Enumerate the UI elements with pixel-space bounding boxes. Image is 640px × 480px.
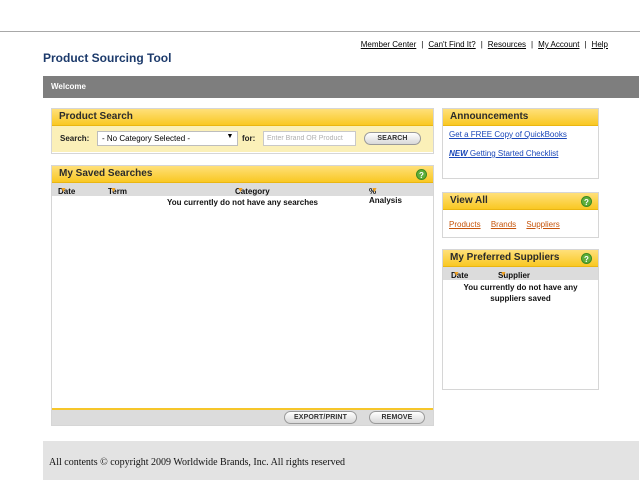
announcements-title: Announcements (450, 111, 529, 122)
top-rule (0, 31, 640, 32)
sort-arrow-icon: ▼ (500, 271, 507, 278)
nav-cant-find-it[interactable]: Can't Find It? (428, 40, 475, 49)
view-all-title: View All (450, 195, 488, 206)
search-button[interactable]: SEARCH (364, 132, 421, 145)
sort-arrow-icon: ▼ (110, 187, 117, 194)
preferred-suppliers-empty-message: You currently do not have any suppliers … (463, 283, 578, 303)
welcome-bar: Welcome (43, 76, 639, 98)
nav-member-center[interactable]: Member Center (361, 40, 417, 49)
help-icon[interactable]: ? (581, 253, 592, 264)
preferred-suppliers-panel: My Preferred Suppliers ? Date ▼ Supplier ▼… (442, 249, 599, 390)
nav-separator: | (584, 40, 587, 49)
brands-link[interactable]: Brands (491, 220, 516, 229)
export-print-button[interactable]: EXPORT/PRINT (284, 411, 357, 424)
category-selected-value: - No Category Selected - (102, 134, 191, 143)
nav-resources[interactable]: Resources (488, 40, 526, 49)
preferred-suppliers-header: My Preferred Suppliers ? (443, 250, 598, 267)
remove-button[interactable]: REMOVE (369, 411, 425, 424)
saved-searches-footer: EXPORT/PRINT REMOVE (52, 408, 433, 425)
product-search-panel: Product Search Search: - No Category Sel… (51, 108, 434, 154)
getting-started-link[interactable]: NEW Getting Started Checklist (449, 149, 598, 158)
saved-searches-columns: Date ▼ Term ▼ Category ▼ % Analysis ▼ (52, 183, 433, 205)
welcome-label: Welcome (51, 82, 86, 91)
suppliers-link[interactable]: Suppliers (526, 220, 559, 229)
search-body: Search: - No Category Selected - ▼ for: … (52, 126, 433, 152)
getting-started-label: Getting Started Checklist (467, 149, 559, 158)
copyright-text: All contents © copyright 2009 Worldwide … (49, 457, 346, 468)
sort-arrow-icon: ▼ (237, 187, 244, 194)
quickbooks-link[interactable]: Get a FREE Copy of QuickBooks (449, 130, 598, 139)
sort-arrow-icon: ▼ (60, 187, 67, 194)
top-nav: Member Center | Can't Find It? | Resourc… (361, 40, 608, 49)
product-search-header: Product Search (52, 109, 433, 126)
nav-separator: | (531, 40, 534, 49)
nav-separator: | (480, 40, 483, 49)
help-icon[interactable]: ? (581, 196, 592, 207)
nav-help[interactable]: Help (592, 40, 608, 49)
preferred-suppliers-title: My Preferred Suppliers (450, 252, 560, 263)
announcements-panel: Announcements Get a FREE Copy of QuickBo… (442, 108, 599, 179)
sort-arrow-icon: ▼ (453, 271, 460, 278)
search-input[interactable] (263, 131, 356, 146)
product-search-title: Product Search (59, 111, 133, 122)
footer: All contents © copyright 2009 Worldwide … (43, 441, 639, 480)
announcements-header: Announcements (443, 109, 598, 126)
saved-searches-panel: My Saved Searches ? Date ▼ Term ▼ Category… (51, 165, 434, 426)
view-all-panel: View All ? Products Brands Suppliers (442, 192, 599, 238)
for-label: for: (242, 134, 256, 143)
nav-my-account[interactable]: My Account (538, 40, 579, 49)
category-select[interactable]: - No Category Selected - ▼ (97, 131, 238, 146)
new-badge: NEW (449, 149, 468, 158)
app-title: Product Sourcing Tool (43, 51, 172, 65)
sort-arrow-icon: ▼ (371, 187, 378, 194)
view-all-links: Products Brands Suppliers (443, 210, 598, 229)
saved-searches-header: My Saved Searches ? (52, 166, 433, 183)
saved-searches-title: My Saved Searches (59, 168, 153, 179)
preferred-suppliers-columns: Date ▼ Supplier ▼ (443, 267, 598, 280)
help-icon[interactable]: ? (416, 169, 427, 180)
announcements-body: Get a FREE Copy of QuickBooks NEW Gettin… (443, 126, 598, 158)
products-link[interactable]: Products (449, 220, 481, 229)
nav-separator: | (421, 40, 424, 49)
search-label: Search: (60, 134, 90, 143)
chevron-down-icon: ▼ (226, 133, 234, 140)
view-all-header: View All ? (443, 193, 598, 210)
